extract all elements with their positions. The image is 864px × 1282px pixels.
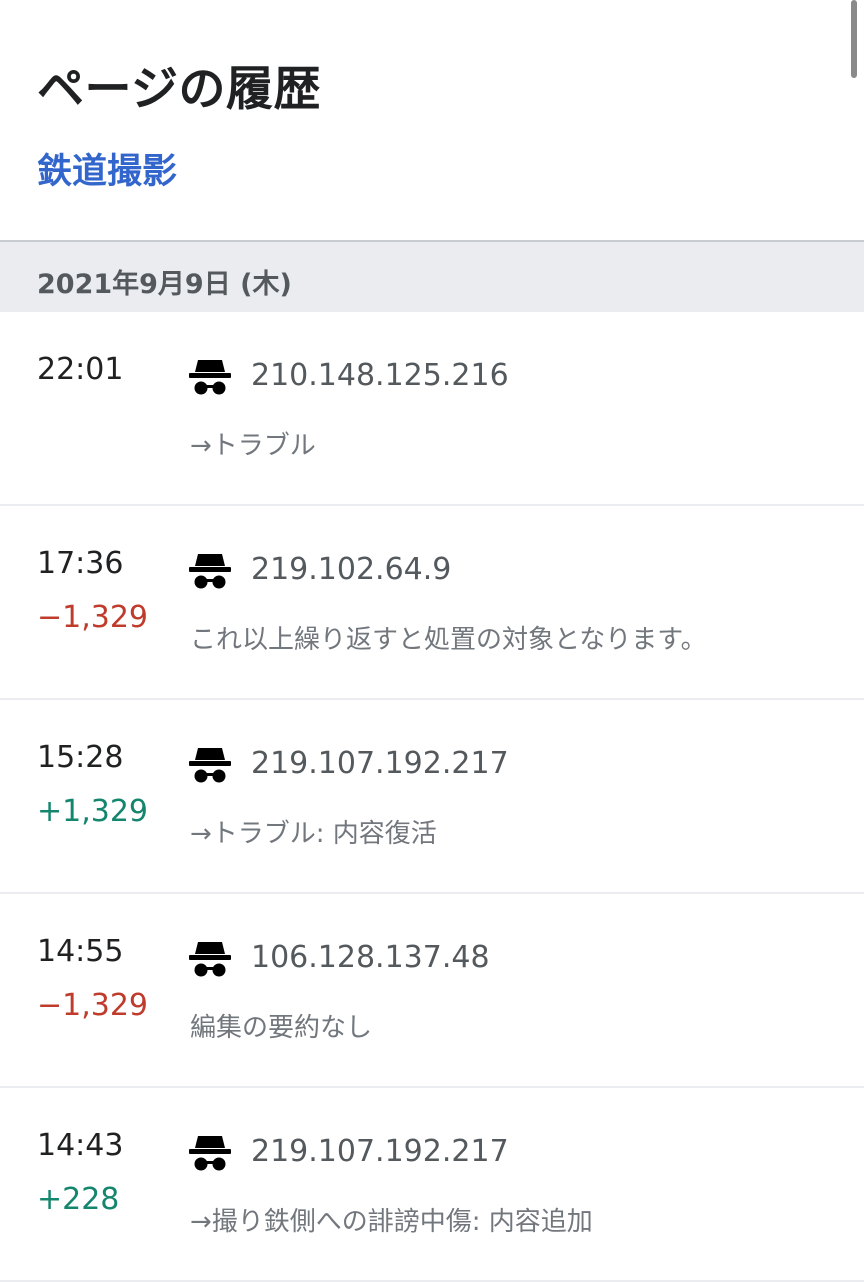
date-label: 2021年9月9日 (木) [37,269,292,300]
revision-summary: →トラブル [190,431,316,461]
date-section-header: 2021年9月9日 (木) [0,240,864,312]
revision-diff-size: −1,329 [37,988,149,1023]
revision-summary: 編集の要約なし [190,1013,373,1043]
revision-row[interactable]: 14:43 +228 219.107.192.217 →撮り鉄側への誹謗中傷: … [0,1088,864,1282]
revision-time[interactable]: 22:01 [37,352,123,387]
revision-list: 22:01 210.148.125.216 →トラブル 17:36 −1,329… [0,312,864,1282]
revision-summary: これ以上繰り返すと処置の対象となります。 [190,625,707,655]
revision-summary: →トラブル: 内容復活 [190,819,437,849]
revision-user-link[interactable]: 219.107.192.217 [251,746,509,781]
anonymous-user-icon [189,942,231,977]
anonymous-user-icon [189,360,231,395]
revision-row[interactable]: 22:01 210.148.125.216 →トラブル [0,312,864,506]
revision-time[interactable]: 17:36 [37,546,123,581]
revision-diff-size: −1,329 [37,600,149,635]
revision-summary: →撮り鉄側への誹謗中傷: 内容追加 [190,1207,593,1237]
anonymous-user-icon [189,554,231,589]
revision-row[interactable]: 17:36 −1,329 219.102.64.9 これ以上繰り返すと処置の対象… [0,506,864,700]
revision-user-link[interactable]: 219.107.192.217 [251,1134,509,1169]
page-header: ページの履歴 鉄道撮影 [0,0,864,240]
page-title: ページの履歴 [37,62,322,117]
revision-user-link[interactable]: 219.102.64.9 [251,552,451,587]
scrollbar[interactable] [851,0,857,78]
revision-diff-size: +1,329 [37,794,149,829]
revision-row[interactable]: 14:55 −1,329 106.128.137.48 編集の要約なし [0,894,864,1088]
revision-time[interactable]: 14:55 [37,934,123,969]
article-link[interactable]: 鉄道撮影 [37,143,177,194]
anonymous-user-icon [189,1136,231,1171]
revision-user-link[interactable]: 106.128.137.48 [251,940,490,975]
revision-user-link[interactable]: 210.148.125.216 [251,358,509,393]
revision-row[interactable]: 15:28 +1,329 219.107.192.217 →トラブル: 内容復活 [0,700,864,894]
anonymous-user-icon [189,748,231,783]
revision-diff-size: +228 [37,1182,120,1217]
revision-time[interactable]: 14:43 [37,1128,123,1163]
revision-time[interactable]: 15:28 [37,740,123,775]
